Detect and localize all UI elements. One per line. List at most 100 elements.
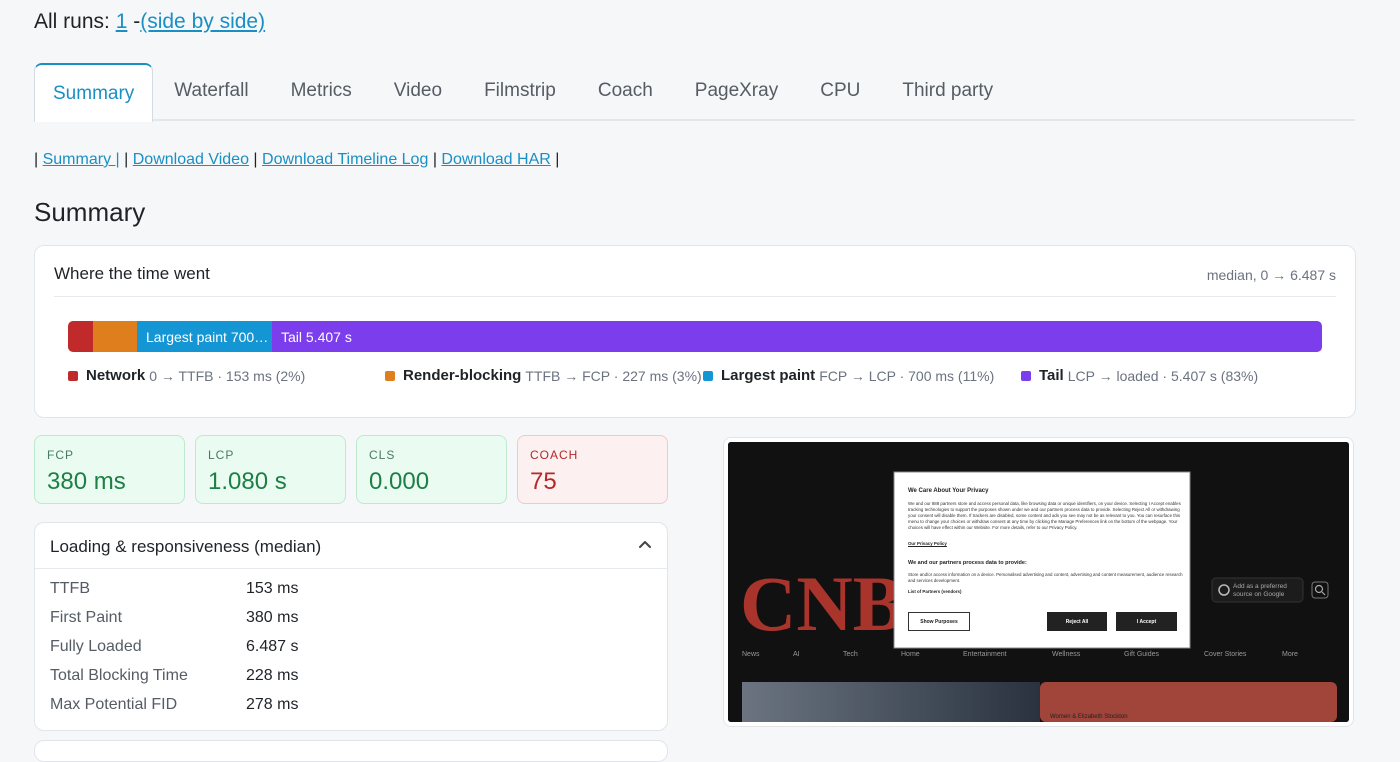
run-link-1[interactable]: 1 xyxy=(116,10,128,33)
all-runs-label: All runs: xyxy=(34,10,116,33)
loading-responsiveness-card: Loading & responsiveness (median) TTFB 15… xyxy=(34,522,668,731)
site-logo: CNB xyxy=(740,560,905,647)
download-har-link[interactable]: Download HAR xyxy=(441,151,550,168)
row-value: 228 ms xyxy=(246,667,299,684)
row-key: TTFB xyxy=(50,580,90,597)
card-title: Loading & responsiveness (median) xyxy=(50,537,322,556)
segment-label: Tail 5.407 s xyxy=(281,328,352,345)
card-title: Where the time went xyxy=(54,264,210,283)
next-card xyxy=(34,740,668,762)
tab-summary[interactable]: Summary xyxy=(34,63,154,122)
download-timeline-link[interactable]: Download Timeline Log xyxy=(262,151,428,168)
tab-pagexray[interactable]: PageXray xyxy=(674,63,799,119)
time-bar-segment: Largest paint 700… xyxy=(137,321,272,352)
accept-button[interactable]: I Accept xyxy=(1116,612,1177,631)
tab-coach[interactable]: Coach xyxy=(577,63,674,119)
tab-cpu[interactable]: CPU xyxy=(799,63,881,119)
row-key: Fully Loaded xyxy=(50,638,142,655)
tab-waterfall[interactable]: Waterfall xyxy=(153,63,269,119)
legend-item: Largest paint FCP → LCP · 700 ms (11%) xyxy=(703,367,994,384)
metric-label: LCP xyxy=(208,448,235,462)
row-value: 153 ms xyxy=(246,580,299,597)
metric-label: CLS xyxy=(369,448,396,462)
legend-name: Network xyxy=(86,367,146,384)
nav-more[interactable]: More xyxy=(1282,651,1298,658)
separator: | xyxy=(34,151,39,168)
story-caption: Women & Elizabeth Stockton xyxy=(1050,714,1128,720)
nav-entertainment[interactable]: Entertainment xyxy=(963,651,1007,658)
metric-coach: COACH 75 xyxy=(517,435,668,504)
dialog-purposes: Store and/or access information on a dev… xyxy=(908,572,1183,583)
nav-home[interactable]: Home xyxy=(901,651,920,658)
legend-desc: LCP → loaded · 5.407 s (83%) xyxy=(1067,367,1259,384)
metric-value: 1.080 s xyxy=(208,468,287,495)
legend-item: Network 0 → TTFB · 153 ms (2%) xyxy=(68,367,305,384)
separator: | xyxy=(432,151,437,168)
metric-cls: CLS 0.000 xyxy=(356,435,507,504)
download-video-link[interactable]: Download Video xyxy=(133,151,249,168)
row-key: Total Blocking Time xyxy=(50,667,188,684)
separator: | xyxy=(253,151,258,168)
row-value: 6.487 s xyxy=(246,638,299,655)
time-bar-segment xyxy=(93,321,137,352)
tab-third-party[interactable]: Third party xyxy=(881,63,1014,119)
separator: | xyxy=(124,151,129,168)
legend-name: Render-blocking xyxy=(403,367,522,384)
row-key: First Paint xyxy=(50,609,123,626)
time-bar-segment xyxy=(68,321,93,352)
metric-lcp: LCP 1.080 s xyxy=(195,435,346,504)
page-title: Summary xyxy=(34,197,146,227)
nav-gift-guides[interactable]: Gift Guides xyxy=(1124,651,1160,658)
time-breakdown-card: Where the time went median, 0 → 6.487 s … xyxy=(34,245,1356,418)
tab-metrics[interactable]: Metrics xyxy=(270,63,373,119)
legend-swatch xyxy=(1021,370,1031,381)
preferred-source-hint[interactable]: Add as a preferred source on Google xyxy=(1233,583,1289,598)
vendors-link[interactable]: List of Partners (vendors) xyxy=(908,589,961,594)
metric-value: 380 ms xyxy=(47,468,126,495)
legend-swatch xyxy=(68,370,78,381)
legend-desc: 0 → TTFB · 153 ms (2%) xyxy=(149,367,306,384)
row-value: 380 ms xyxy=(246,609,299,626)
nav-news[interactable]: News xyxy=(742,651,760,658)
dialog-title: We Care About Your Privacy xyxy=(908,488,989,494)
divider xyxy=(35,568,667,569)
divider xyxy=(54,296,1336,297)
time-bar-segment: Tail 5.407 s xyxy=(272,321,1322,352)
chevron-up-icon[interactable] xyxy=(635,535,655,555)
metric-label: COACH xyxy=(530,448,579,462)
side-by-side-link[interactable]: (side by side) xyxy=(140,10,265,33)
nav-ai[interactable]: AI xyxy=(793,651,800,658)
separator: | xyxy=(555,151,560,168)
all-runs-header: All runs: 1 -(side by side) xyxy=(34,10,265,34)
privacy-policy-link[interactable]: Our Privacy Policy xyxy=(908,541,947,546)
summary-link[interactable]: Summary | xyxy=(43,151,120,168)
dialog-body: We and our 888 partners store and access… xyxy=(908,501,1181,530)
legend-item: Tail LCP → loaded · 5.407 s (83%) xyxy=(1021,367,1258,384)
show-purposes-button[interactable]: Show Purposes xyxy=(908,612,970,631)
screenshot-canvas: CNB Add as a preferred source on Google … xyxy=(728,442,1349,722)
row-key: Max Potential FID xyxy=(50,696,178,713)
reject-all-button[interactable]: Reject All xyxy=(1047,612,1107,631)
metric-value: 0.000 xyxy=(369,468,430,495)
legend-desc: TTFB → FCP · 227 ms (3%) xyxy=(525,367,702,384)
page-screenshot[interactable]: CNB Add as a preferred source on Google … xyxy=(723,437,1354,727)
metric-fcp: FCP 380 ms xyxy=(34,435,185,504)
dash: - xyxy=(127,10,141,33)
legend-item: Render-blocking TTFB → FCP · 227 ms (3%) xyxy=(385,367,702,384)
tab-video[interactable]: Video xyxy=(373,63,463,119)
nav-wellness[interactable]: Wellness xyxy=(1052,651,1081,658)
row-value: 278 ms xyxy=(246,696,299,713)
legend-swatch xyxy=(385,370,395,381)
nav-tech[interactable]: Tech xyxy=(843,651,858,658)
download-links: | Summary | | Download Video | Download … xyxy=(34,151,559,169)
dialog-subhead: We and our partners process data to prov… xyxy=(908,560,1027,566)
legend-name: Tail xyxy=(1039,367,1064,384)
metric-value: 75 xyxy=(530,468,557,495)
nav-cover-stories[interactable]: Cover Stories xyxy=(1204,651,1247,658)
tab-filmstrip[interactable]: Filmstrip xyxy=(463,63,577,119)
legend-swatch xyxy=(703,370,713,381)
metric-label: FCP xyxy=(47,448,74,462)
time-bar: Largest paint 700… Tail 5.407 s xyxy=(68,321,1322,352)
consent-dialog: We Care About Your Privacy We and our 88… xyxy=(898,476,1186,644)
legend-name: Largest paint xyxy=(721,367,816,384)
